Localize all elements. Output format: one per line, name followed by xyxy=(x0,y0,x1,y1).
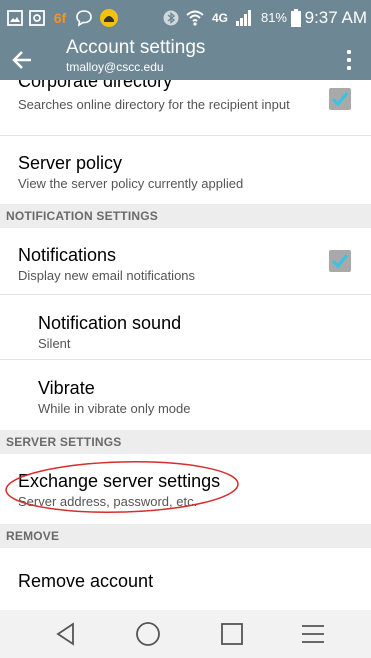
section-header-remove: REMOVE xyxy=(0,524,371,548)
signal-strength-icon xyxy=(234,8,254,28)
status-bar: 6f 4G 81% 9:37 AM xyxy=(0,0,371,36)
nav-menu-button[interactable] xyxy=(293,618,333,650)
setting-subtitle: Silent xyxy=(38,336,71,351)
setting-title: Notifications xyxy=(18,245,117,265)
carrier-logo-text: 6f xyxy=(53,10,67,26)
checkmark-icon xyxy=(331,92,349,107)
network-type-indicator: 4G xyxy=(208,8,232,28)
circle-home-icon xyxy=(136,622,160,646)
setting-subtitle: View the server policy currently applied xyxy=(18,176,244,191)
section-header-notification: NOTIFICATION SETTINGS xyxy=(0,204,371,228)
gallery-icon xyxy=(6,8,24,28)
overflow-dot xyxy=(347,66,351,70)
setting-notifications[interactable]: Notifications Display new email notifica… xyxy=(0,228,371,293)
top-bar: 6f 4G 81% 9:37 AM Account settings tmall… xyxy=(0,0,371,80)
triangle-back-icon xyxy=(56,622,74,646)
notifications-checkbox[interactable] xyxy=(329,250,351,272)
setting-exchange-server[interactable]: Exchange server settings Server address,… xyxy=(0,454,371,521)
carrier-logo-icon: 6f xyxy=(50,8,70,28)
setting-title: Exchange server settings xyxy=(18,471,221,491)
hamburger-menu-icon xyxy=(302,625,324,643)
setting-subtitle: Display new email notifications xyxy=(18,268,196,283)
section-header-label: NOTIFICATION SETTINGS xyxy=(6,209,158,223)
overflow-menu-button[interactable] xyxy=(335,42,363,78)
section-header-server: SERVER SETTINGS xyxy=(0,430,371,454)
back-button[interactable] xyxy=(4,42,40,78)
setting-subtitle: Server address, password, etc. xyxy=(18,494,198,509)
setting-title: Notification sound xyxy=(38,313,182,333)
settings-status-icon xyxy=(28,8,46,28)
overflow-dot xyxy=(347,58,351,62)
nav-back-button[interactable] xyxy=(46,618,86,650)
setting-subtitle: While in vibrate only mode xyxy=(38,401,191,416)
battery-percentage: 81% xyxy=(260,10,287,25)
status-time: 9:37 AM xyxy=(304,8,367,27)
back-arrow-icon xyxy=(12,51,31,69)
account-email: tmalloy@cscc.edu xyxy=(66,60,164,74)
chat-bubble-icon xyxy=(74,8,94,28)
setting-notification-sound[interactable]: Notification sound Silent xyxy=(0,295,371,358)
setting-remove-account[interactable]: Remove account xyxy=(0,548,371,610)
battery-icon xyxy=(290,8,302,28)
corporate-directory-checkbox[interactable] xyxy=(329,88,351,110)
setting-corporate-directory[interactable]: Corporate directory Searches online dire… xyxy=(0,80,371,134)
bluetooth-icon xyxy=(162,8,180,28)
settings-list: Corporate directory Searches online dire… xyxy=(0,80,371,610)
square-recents-icon xyxy=(221,623,243,645)
navigation-bar xyxy=(0,610,371,658)
setting-title: Vibrate xyxy=(38,378,95,398)
setting-vibrate[interactable]: Vibrate While in vibrate only mode xyxy=(0,360,371,423)
app-bar: Account settings tmalloy@cscc.edu xyxy=(0,36,371,80)
nav-recents-button[interactable] xyxy=(212,618,252,650)
setting-title: Remove account xyxy=(18,571,154,591)
setting-title: Server policy xyxy=(18,153,123,173)
section-header-label: SERVER SETTINGS xyxy=(6,435,122,449)
setting-subtitle: Searches online directory for the recipi… xyxy=(18,97,290,112)
checkmark-icon xyxy=(331,254,349,269)
network-type-label: 4G xyxy=(211,11,228,25)
wifi-icon xyxy=(184,8,206,28)
overflow-dot xyxy=(347,50,351,54)
section-header-label: REMOVE xyxy=(6,529,60,543)
setting-title: Corporate directory xyxy=(18,80,173,91)
nav-home-button[interactable] xyxy=(128,618,168,650)
alert-app-icon xyxy=(98,8,120,28)
setting-server-policy[interactable]: Server policy View the server policy cur… xyxy=(0,136,371,196)
page-title: Account settings xyxy=(66,37,206,58)
